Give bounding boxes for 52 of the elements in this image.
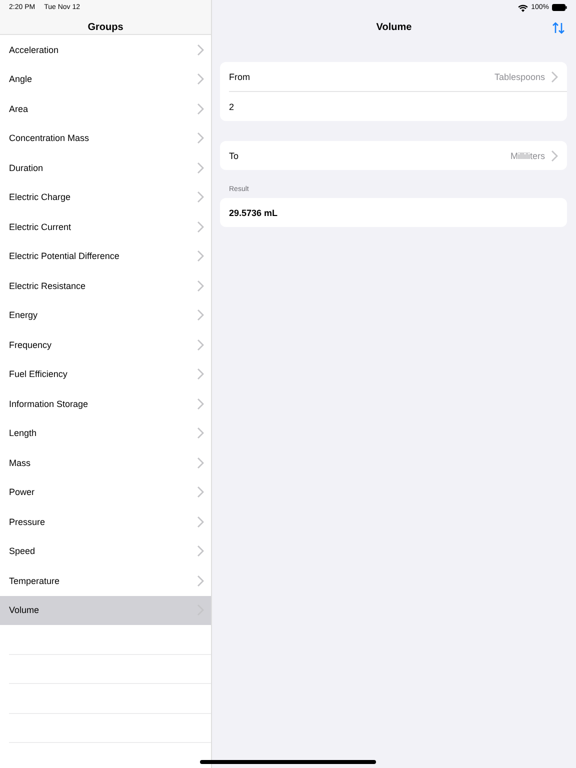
chevron-icon xyxy=(197,220,204,233)
picker-row[interactable]: To Milliliters xyxy=(220,141,567,170)
chevron-icon xyxy=(197,309,204,322)
chevron-icon xyxy=(197,516,204,528)
chevron-icon xyxy=(197,486,204,498)
wifi-icon xyxy=(518,4,528,12)
unit-value: Milliliters xyxy=(510,150,545,160)
sidebar-item[interactable]: Angle xyxy=(0,64,211,94)
chevron-icon xyxy=(197,456,204,469)
chevron-icon xyxy=(197,44,204,56)
sidebar-item[interactable]: Electric Charge xyxy=(0,182,211,212)
sidebar-item[interactable]: Frequency xyxy=(0,330,211,360)
swap-icon[interactable] xyxy=(552,22,565,34)
chevron-icon xyxy=(197,338,204,351)
sidebar-item[interactable]: Information Storage xyxy=(0,389,211,418)
chevron-icon xyxy=(551,150,558,162)
chevron-icon xyxy=(197,102,204,115)
sidebar-item[interactable]: Concentration Mass xyxy=(0,124,211,153)
sidebar-item[interactable]: Electric Current xyxy=(0,212,211,242)
chevron-icon xyxy=(197,250,204,262)
chevron-icon xyxy=(197,574,204,587)
sidebar-item[interactable]: Pressure xyxy=(0,507,211,536)
chevron-icon xyxy=(197,368,204,380)
input-field[interactable]: 2 xyxy=(220,92,567,121)
chevron-icon xyxy=(197,132,204,144)
picker-row[interactable]: From Tablespoons xyxy=(220,62,567,91)
chevron-icon xyxy=(197,545,204,558)
sidebar-item[interactable]: Duration xyxy=(0,153,211,182)
nav-title: Groups xyxy=(86,22,124,34)
sidebar-item[interactable]: Volume xyxy=(0,596,211,625)
chevron-icon xyxy=(197,162,204,174)
sidebar-item[interactable]: Mass xyxy=(0,448,211,478)
chevron-icon xyxy=(197,191,204,204)
unit-value: Tablespoons xyxy=(494,72,545,82)
sidebar-item[interactable]: Energy xyxy=(0,300,211,330)
sidebar-item[interactable]: Temperature xyxy=(0,566,211,596)
chevron-icon xyxy=(197,73,204,86)
sidebar-item[interactable]: Area xyxy=(0,94,211,124)
chevron-icon xyxy=(551,70,558,82)
nav-title: Volume xyxy=(376,22,412,34)
sidebar-item[interactable]: Electric Resistance xyxy=(0,271,211,300)
sidebar-item[interactable]: Speed xyxy=(0,536,211,566)
sidebar-item[interactable]: Electric Potential Difference xyxy=(0,242,211,271)
battery-icon xyxy=(552,4,567,11)
chevron-icon xyxy=(197,280,204,292)
chevron-icon xyxy=(197,427,204,440)
sidebar-item[interactable]: Power xyxy=(0,478,211,507)
sidebar-item[interactable]: Fuel Efficiency xyxy=(0,360,211,389)
sidebar-item[interactable]: Acceleration xyxy=(0,35,211,64)
chevron-icon xyxy=(197,398,204,410)
result-value: 29.5736 mL xyxy=(229,208,278,218)
sidebar-item[interactable]: Length xyxy=(0,418,211,448)
